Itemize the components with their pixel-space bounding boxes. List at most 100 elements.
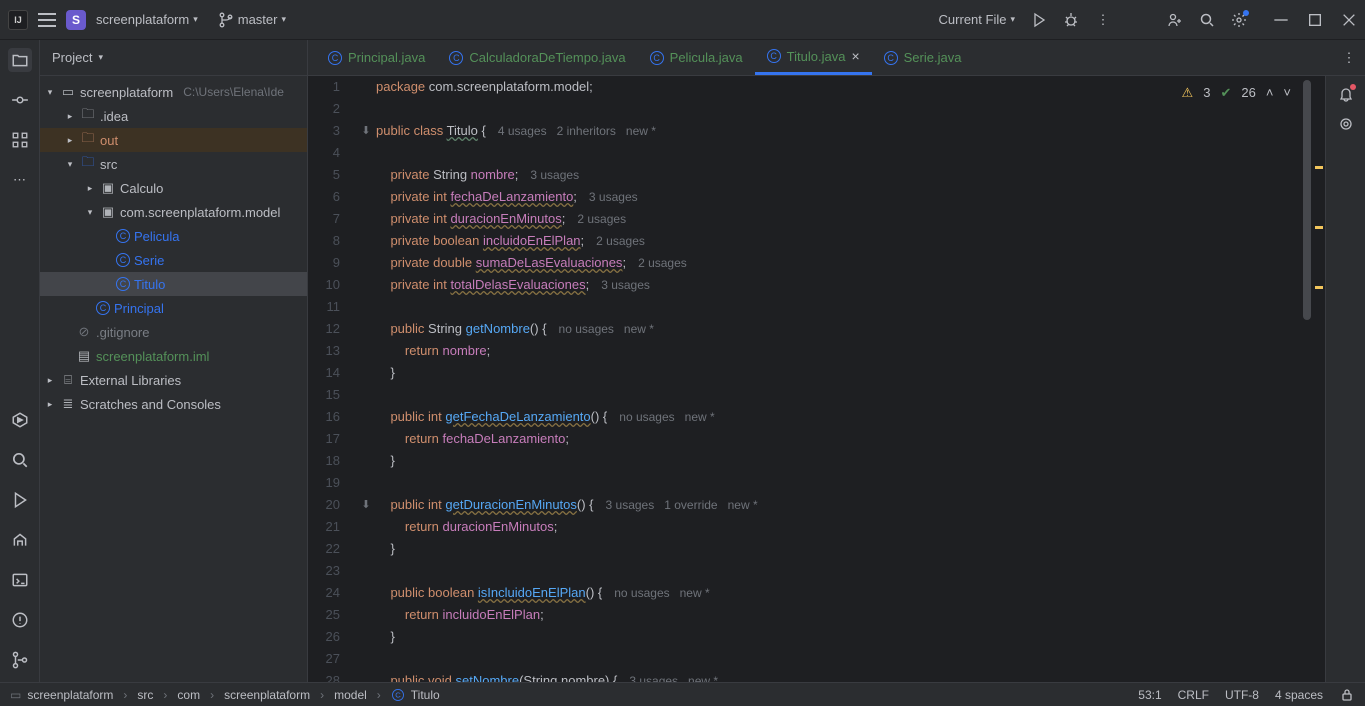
tree-label: External Libraries — [80, 373, 181, 388]
folder-icon: 🗀 — [80, 156, 96, 172]
editor-area: CPrincipal.java CCalculadoraDeTiempo.jav… — [308, 40, 1365, 682]
tree-folder-src[interactable]: ▾ 🗀 src — [40, 152, 307, 176]
class-icon: C — [116, 277, 130, 291]
check-icon: ✔ — [1220, 82, 1231, 104]
tree-external-libs[interactable]: ▸ ⌸ External Libraries — [40, 368, 307, 392]
more-icon[interactable]: ⋮ — [1095, 12, 1111, 28]
terminal-tool-icon[interactable] — [8, 568, 32, 592]
class-icon: C — [884, 51, 898, 65]
commit-tool-icon[interactable] — [8, 88, 32, 112]
tree-folder-idea[interactable]: ▸ 🗀 .idea — [40, 104, 307, 128]
expand-icon[interactable]: ▸ — [64, 135, 76, 146]
tab-label: Principal.java — [348, 50, 425, 65]
ai-assistant-icon[interactable] — [1338, 116, 1354, 132]
tab-label: Titulo.java — [787, 49, 846, 64]
run-config-selector[interactable]: Current File ▾ — [939, 12, 1015, 27]
notifications-icon[interactable] — [1338, 86, 1354, 102]
tree-class-titulo[interactable]: C Titulo — [40, 272, 307, 296]
breadcrumb[interactable]: ▭ screenplataform› src› com› screenplata… — [10, 688, 440, 702]
tab-pelicula[interactable]: CPelicula.java — [638, 40, 755, 75]
tree-label: Scratches and Consoles — [80, 397, 221, 412]
close-icon[interactable]: × — [851, 48, 859, 64]
project-selector[interactable]: screenplataform ▾ — [96, 12, 198, 27]
project-tool-icon[interactable] — [8, 48, 32, 72]
crumb-item[interactable]: com — [177, 688, 200, 702]
class-icon: C — [449, 51, 463, 65]
tree-class-pelicula[interactable]: C Pelicula — [40, 224, 307, 248]
line-separator[interactable]: CRLF — [1178, 688, 1209, 702]
tree-label: screenplataform.iml — [96, 349, 209, 364]
search-icon[interactable] — [1199, 12, 1215, 28]
expand-icon[interactable]: ▾ — [44, 87, 56, 98]
run-config-label: Current File — [939, 12, 1007, 27]
tree-package-model[interactable]: ▾ ▣ com.screenplataform.model — [40, 200, 307, 224]
problems-tool-icon[interactable] — [8, 608, 32, 632]
code-with-me-icon[interactable] — [1167, 12, 1183, 28]
warning-count: 3 — [1203, 82, 1210, 104]
tree-file-gitignore[interactable]: ⊘ .gitignore — [40, 320, 307, 344]
build-tool-icon[interactable] — [8, 528, 32, 552]
expand-icon[interactable]: ▸ — [44, 375, 56, 386]
expand-icon[interactable]: ▸ — [44, 399, 56, 410]
find-tool-icon[interactable] — [8, 448, 32, 472]
branch-selector[interactable]: master ▾ — [218, 12, 286, 28]
run-tool-icon[interactable] — [8, 488, 32, 512]
chevron-down-icon: ▾ — [193, 14, 198, 25]
crumb-item[interactable]: src — [137, 688, 153, 702]
vertical-scrollbar[interactable] — [1303, 80, 1311, 320]
readonly-lock-icon[interactable] — [1339, 687, 1355, 703]
tree-file-iml[interactable]: ▤ screenplataform.iml — [40, 344, 307, 368]
tabs-more-icon[interactable]: ⋮ — [1341, 50, 1357, 66]
tab-titulo[interactable]: C Titulo.java × — [755, 40, 872, 75]
tab-principal[interactable]: CPrincipal.java — [316, 40, 437, 75]
tab-label: Pelicula.java — [670, 50, 743, 65]
expand-icon[interactable]: ▾ — [84, 207, 96, 218]
tab-serie[interactable]: CSerie.java — [872, 40, 974, 75]
structure-tool-icon[interactable] — [8, 128, 32, 152]
tree-root[interactable]: ▾ ▭ screenplataform C:\Users\Elena\Ide — [40, 80, 307, 104]
crumb-item[interactable]: screenplataform — [224, 688, 310, 702]
override-gutter-icon[interactable]: ⬇ — [356, 494, 376, 516]
chevron-down-icon: ▾ — [1010, 14, 1015, 25]
services-tool-icon[interactable] — [8, 408, 32, 432]
settings-icon[interactable] — [1231, 12, 1247, 28]
run-icon[interactable] — [1031, 12, 1047, 28]
folder-icon: 🗀 — [80, 132, 96, 148]
close-icon[interactable] — [1341, 12, 1357, 28]
tree-label: Principal — [114, 301, 164, 316]
library-icon: ⌸ — [60, 372, 76, 388]
indent[interactable]: 4 spaces — [1275, 688, 1323, 702]
crumb-item[interactable]: screenplataform — [27, 688, 113, 702]
tab-label: CalculadoraDeTiempo.java — [469, 50, 625, 65]
caret-position[interactable]: 53:1 — [1138, 688, 1161, 702]
tree-folder-out[interactable]: ▸ 🗀 out — [40, 128, 307, 152]
tree-class-principal[interactable]: C Principal — [40, 296, 307, 320]
more-tool-icon[interactable]: ⋯ — [8, 168, 32, 192]
module-icon: ▭ — [10, 688, 21, 702]
chevron-up-icon[interactable]: ˄ — [1266, 82, 1274, 104]
chevron-down-icon[interactable]: ˅ — [1283, 82, 1291, 104]
main-menu-icon[interactable] — [38, 13, 56, 27]
ide-logo: IJ — [8, 10, 28, 30]
project-panel-header[interactable]: Project ▾ — [40, 40, 307, 76]
encoding[interactable]: UTF-8 — [1225, 688, 1259, 702]
crumb-item[interactable]: model — [334, 688, 367, 702]
debug-icon[interactable] — [1063, 12, 1079, 28]
expand-icon[interactable]: ▸ — [64, 111, 76, 122]
tree-scratches[interactable]: ▸ ≣ Scratches and Consoles — [40, 392, 307, 416]
crumb-item[interactable]: Titulo — [411, 688, 440, 702]
code-editor[interactable]: ⚠3 ✔26 ˄ ˅ 1package com.screenplataform.… — [308, 76, 1325, 682]
expand-icon[interactable]: ▸ — [84, 183, 96, 194]
inspection-widget[interactable]: ⚠3 ✔26 ˄ ˅ — [1182, 82, 1291, 104]
override-gutter-icon[interactable]: ⬇ — [356, 120, 376, 142]
class-icon: C — [116, 253, 130, 267]
expand-icon[interactable]: ▾ — [64, 159, 76, 170]
tab-calculadora[interactable]: C CalculadoraDeTiempo.java — [437, 40, 637, 75]
tree-package-calculo[interactable]: ▸ ▣ Calculo — [40, 176, 307, 200]
maximize-icon[interactable] — [1307, 12, 1323, 28]
class-icon: C — [96, 301, 110, 315]
class-icon: C — [767, 49, 781, 63]
minimize-icon[interactable] — [1273, 12, 1289, 28]
tree-class-serie[interactable]: C Serie — [40, 248, 307, 272]
vcs-tool-icon[interactable] — [8, 648, 32, 672]
